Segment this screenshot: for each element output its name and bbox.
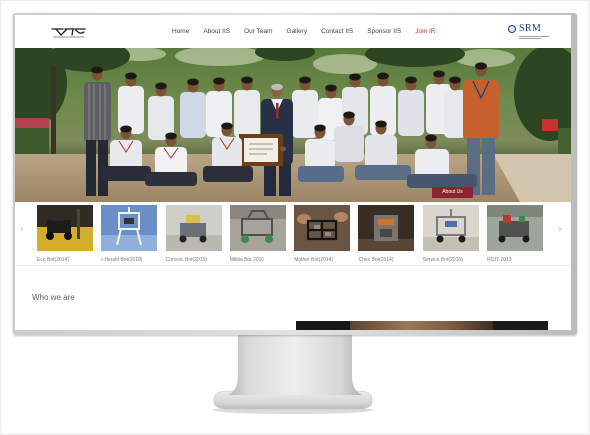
nav-join[interactable]: Join IR [415,28,435,36]
carousel-item[interactable]: Militia Bot 2016 [229,205,286,263]
chevron-left-icon[interactable]: ‹ [20,224,24,236]
about-us-button[interactable]: About Us [432,187,473,198]
bot-thumbnail[interactable] [294,205,351,251]
award-plaque [236,134,286,166]
carousel-item[interactable]: Convoic Bot(2015) [165,205,222,263]
bot-caption: Chex Bot(2014) [358,257,394,263]
bot-thumbnail[interactable] [229,205,286,251]
carousel-item[interactable]: I-Herald Bot(2018) [101,205,158,263]
bot-photo [487,205,544,251]
bot-caption: Militia Bot 2016 [229,257,265,263]
robot-carousel: ‹ Eco Bot(2014) I-Herald Bot(2018) Convo… [15,202,571,265]
image-panel-dark [296,321,350,330]
bot-caption: Service Bot(2016) [422,257,463,263]
hero-banner: About Us [15,48,571,202]
main-menu: Home About IIS Our Team Gallery Contact … [172,28,435,36]
nav-contact[interactable]: Contact IIS [321,28,353,36]
carousel-item[interactable]: Chex Bot(2014) [358,205,415,263]
nav-gallery[interactable]: Gallery [287,28,308,36]
carousel-item[interactable]: Eco Bot(2014) [37,205,93,263]
bot-caption: Eco Bot(2014) [37,257,69,263]
team-logo[interactable] [50,26,87,38]
partner-fine-print [519,36,549,37]
university-emblem-icon [508,25,516,33]
bot-photo [37,205,93,251]
nav-our-team[interactable]: Our Team [244,28,272,36]
bot-thumbnail[interactable] [422,205,479,251]
carousel-item[interactable]: ROIT-2013 [487,205,544,263]
bot-photo [229,205,286,251]
monitor-bezel: Home About IIS Our Team Gallery Contact … [13,13,577,335]
image-panel-dark [493,321,548,330]
about-section: Who we are [15,265,571,330]
hero-photo [15,48,571,202]
bot-photo [165,205,222,251]
bot-photo [422,205,479,251]
top-navigation: Home About IIS Our Team Gallery Contact … [15,15,571,48]
partner-logo-text: SRM [519,23,542,34]
image-panel-photo [350,321,493,330]
bot-thumbnail[interactable] [358,205,415,251]
carousel-item[interactable]: Mother Bot(2014) [294,205,351,263]
bot-caption: Convoic Bot(2015) [165,257,208,263]
bot-thumbnail[interactable] [165,205,222,251]
about-image-strip [296,321,548,330]
bot-caption: I-Herald Bot(2018) [101,257,143,263]
bot-photo [294,205,351,251]
bot-caption: ROIT-2013 [487,257,512,263]
website-screen: Home About IIS Our Team Gallery Contact … [15,15,571,330]
bot-thumbnail[interactable] [37,205,93,251]
carousel-item[interactable]: Service Bot(2016) [422,205,479,263]
section-heading: Who we are [32,293,75,302]
partner-logo[interactable]: SRM [508,23,552,42]
nav-home[interactable]: Home [172,28,189,36]
nav-about[interactable]: About IIS [203,28,230,36]
nav-sponsor[interactable]: Sponsor IIS [367,28,401,36]
partner-fine-print [519,38,541,39]
bot-photo [358,205,415,251]
carousel-track: Eco Bot(2014) I-Herald Bot(2018) Convoic… [37,205,544,263]
bot-thumbnail[interactable] [487,205,544,251]
bot-thumbnail[interactable] [101,205,158,251]
bot-photo [101,205,158,251]
bot-caption: Mother Bot(2014) [294,257,334,263]
chevron-right-icon[interactable]: › [558,224,562,236]
